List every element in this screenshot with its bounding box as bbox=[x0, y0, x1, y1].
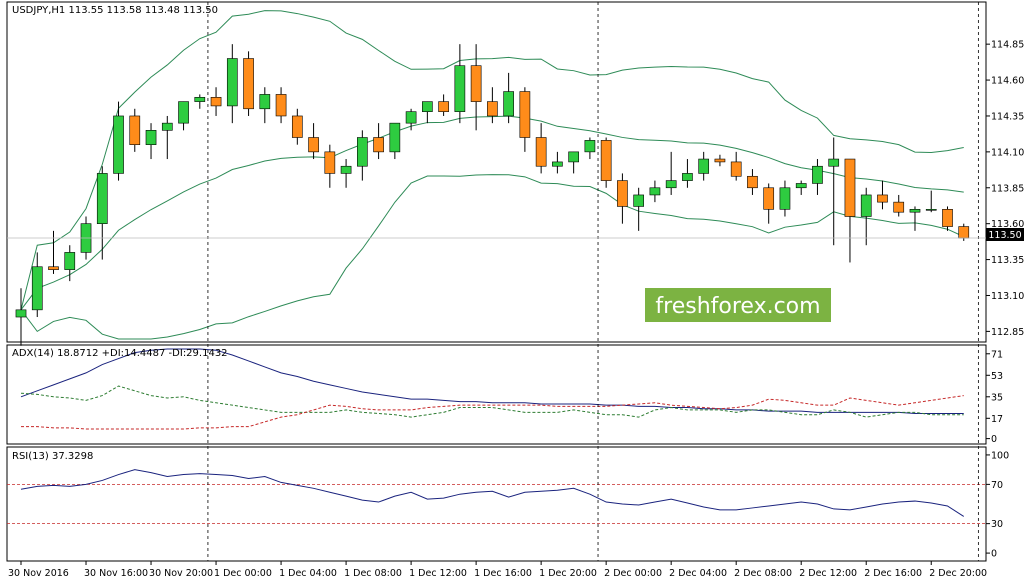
candle-body bbox=[617, 180, 628, 207]
candle-body bbox=[535, 137, 547, 167]
rsi-tick-label: 100 bbox=[991, 450, 1009, 461]
price-tick-label: 114.85 bbox=[991, 40, 1024, 51]
candle-body bbox=[487, 101, 498, 117]
candle-body bbox=[828, 158, 840, 167]
price-panel bbox=[6, 1, 987, 343]
candle-body bbox=[454, 65, 466, 112]
current-price-label: 113.50 bbox=[988, 230, 1021, 241]
candle-body bbox=[145, 130, 157, 145]
candle-body bbox=[909, 209, 921, 213]
price-tick-label: 114.60 bbox=[991, 76, 1024, 87]
candle-body bbox=[389, 122, 401, 153]
candle-body bbox=[422, 101, 433, 112]
candle-body bbox=[763, 187, 775, 210]
time-tick-label: 1 Dec 00:00 bbox=[214, 568, 272, 579]
candle-body bbox=[178, 101, 189, 124]
candle-body bbox=[373, 137, 384, 153]
candle-body bbox=[161, 122, 173, 131]
candle-body bbox=[259, 94, 271, 110]
time-tick-label: 1 Dec 16:00 bbox=[474, 568, 532, 579]
candle-body bbox=[113, 115, 124, 174]
candle-body bbox=[958, 226, 970, 239]
candle-body bbox=[747, 175, 758, 189]
candle-body bbox=[568, 151, 579, 163]
candle-body bbox=[925, 209, 937, 211]
candle-body bbox=[324, 151, 336, 174]
candle-body bbox=[340, 165, 352, 174]
candle-body bbox=[649, 187, 661, 196]
time-tick-label: 30 Nov 16:00 bbox=[84, 568, 148, 579]
rsi-tick-label: 0 bbox=[991, 549, 997, 560]
candle-body bbox=[470, 65, 482, 102]
rsi-tick-label: 30 bbox=[991, 519, 1003, 530]
candle-body bbox=[275, 94, 287, 117]
candle-body bbox=[405, 111, 417, 124]
candle-body bbox=[96, 173, 108, 224]
candle-body bbox=[552, 161, 563, 167]
time-tick-label: 2 Dec 12:00 bbox=[799, 568, 857, 579]
time-tick-label: 2 Dec 00:00 bbox=[604, 568, 662, 579]
price-header: USDJPY,H1 113.55 113.58 113.48 113.50 bbox=[12, 5, 218, 16]
candle-body bbox=[194, 96, 206, 102]
candle-body bbox=[698, 158, 710, 174]
candle-body bbox=[503, 91, 514, 117]
rsi-header: RSI(13) 37.3298 bbox=[12, 451, 93, 462]
rsi-tick-label: 70 bbox=[991, 480, 1003, 491]
candle-body bbox=[584, 140, 596, 153]
price-tick-label: 114.10 bbox=[991, 147, 1024, 158]
time-tick-label: 1 Dec 08:00 bbox=[344, 568, 402, 579]
candle-body bbox=[357, 137, 368, 167]
time-tick-label: 2 Dec 16:00 bbox=[864, 568, 922, 579]
candle-body bbox=[308, 137, 319, 153]
time-tick-label: 1 Dec 04:00 bbox=[279, 568, 337, 579]
candle-body bbox=[682, 173, 693, 181]
candle-body bbox=[893, 201, 905, 213]
candle-body bbox=[633, 194, 644, 207]
candle-body bbox=[31, 266, 43, 311]
candle-body bbox=[438, 101, 449, 112]
adx-header: ADX(14) 18.8712 +DI:14.4487 -DI:29.1432 bbox=[12, 348, 228, 359]
candle-body bbox=[877, 194, 888, 203]
candle-body bbox=[243, 58, 254, 110]
price-tick-label: 112.85 bbox=[991, 327, 1024, 338]
time-tick-label: 30 Nov 20:00 bbox=[149, 568, 213, 579]
watermark-text: freshforex.com bbox=[655, 294, 820, 319]
price-tick-label: 113.10 bbox=[991, 291, 1024, 302]
candle-body bbox=[714, 158, 726, 163]
candle-body bbox=[665, 180, 677, 189]
candle-body bbox=[779, 187, 791, 210]
candle-body bbox=[519, 91, 531, 138]
time-tick-label: 2 Dec 08:00 bbox=[734, 568, 792, 579]
candle-body bbox=[48, 266, 59, 270]
time-tick-label: 30 Nov 2016 bbox=[8, 568, 69, 579]
adx-tick-label: 53 bbox=[991, 371, 1003, 382]
candle-body bbox=[600, 140, 612, 181]
time-tick-label: 1 Dec 12:00 bbox=[409, 568, 467, 579]
adx-tick-label: 17 bbox=[991, 414, 1003, 425]
candle-body bbox=[226, 58, 238, 107]
time-tick-label: 1 Dec 20:00 bbox=[539, 568, 597, 579]
candle-body bbox=[812, 165, 823, 184]
candle-body bbox=[129, 115, 141, 145]
candle-body bbox=[730, 161, 742, 177]
rsi-panel bbox=[6, 446, 987, 562]
adx-tick-label: 0 bbox=[991, 434, 997, 445]
adx-tick-label: 71 bbox=[991, 349, 1003, 360]
candle-body bbox=[860, 194, 872, 217]
candle-body bbox=[15, 309, 27, 318]
time-tick-label: 2 Dec 20:00 bbox=[929, 568, 987, 579]
adx-tick-label: 35 bbox=[991, 392, 1003, 403]
candle-body bbox=[844, 158, 856, 217]
price-tick-label: 113.85 bbox=[991, 183, 1024, 194]
chart: 114.85114.60114.35114.10113.85113.60113.… bbox=[0, 0, 1027, 579]
candle-body bbox=[210, 96, 222, 107]
price-tick-label: 114.35 bbox=[991, 111, 1024, 122]
candle-body bbox=[795, 183, 807, 189]
candle-body bbox=[64, 252, 76, 270]
candle-body bbox=[291, 115, 303, 138]
time-tick-label: 2 Dec 04:00 bbox=[669, 568, 727, 579]
candle-body bbox=[942, 209, 953, 227]
price-tick-label: 113.35 bbox=[991, 255, 1024, 266]
